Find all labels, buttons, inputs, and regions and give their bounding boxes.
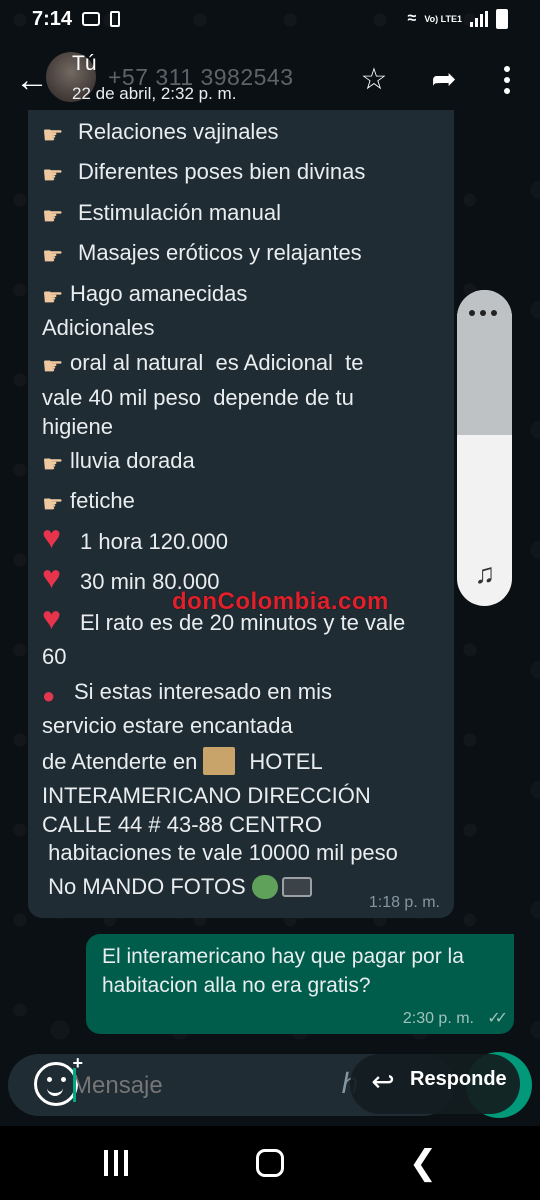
star-icon[interactable]: ☆ bbox=[354, 60, 394, 100]
message-time: 1:18 p. m. bbox=[368, 894, 440, 911]
pointing-hand-icon: ☛ bbox=[42, 353, 64, 380]
message-line: CALLE 44 # 43-88 CENTRO bbox=[42, 812, 323, 837]
message-line: ☛ Hago amanecidas bbox=[42, 281, 248, 311]
message-line: habitaciones te vale 10000 mil peso bbox=[42, 840, 398, 865]
message-date: 22 de abril, 2:32 p. m. bbox=[72, 84, 237, 103]
music-note-icon: ♫ bbox=[474, 558, 496, 589]
message-line: de Atenderte en HOTEL bbox=[42, 747, 323, 775]
status-bar: 7:14 ≈ Vo) LTE1 bbox=[0, 0, 540, 38]
recent-apps-icon[interactable] bbox=[104, 1150, 128, 1176]
sent-message-bubble[interactable]: El interamericano hay que pagar por la h… bbox=[86, 934, 514, 1034]
back-arrow-icon[interactable]: ← bbox=[10, 58, 54, 102]
message-line: INTERAMERICANO DIRECCIÓN bbox=[42, 783, 371, 808]
lips-icon: ● bbox=[42, 683, 56, 708]
pointing-hand-icon: ☛ bbox=[42, 203, 64, 230]
message-line: ☛ Relaciones vajinales bbox=[42, 119, 279, 149]
lte-indicator: Vo) LTE1 bbox=[424, 13, 462, 24]
message-input[interactable] bbox=[70, 1064, 274, 1108]
message-line: ☛ Estimulación manual bbox=[42, 200, 281, 230]
message-line: ☛ oral al natural es Adicional te bbox=[42, 350, 364, 380]
wifi-icon: ≈ bbox=[407, 10, 417, 27]
message-line: higiene bbox=[42, 414, 113, 439]
message-line: ☛ Diferentes poses bien divinas bbox=[42, 159, 366, 189]
battery-saver-icon bbox=[110, 11, 121, 27]
message-line: ☛ lluvia dorada bbox=[42, 448, 195, 478]
signal-icon bbox=[470, 11, 488, 27]
camera-icon bbox=[281, 877, 312, 897]
home-icon[interactable] bbox=[256, 1149, 284, 1177]
received-message-bubble[interactable]: ☛ Relaciones vajinales ☛ Diferentes poses … bbox=[28, 110, 454, 918]
pointing-hand-icon: ☛ bbox=[42, 162, 64, 189]
message-line: ☛ Masajes eróticos y relajantes bbox=[42, 240, 362, 270]
reply-label[interactable]: Responde bbox=[410, 1068, 507, 1091]
heart-on-fire-icon bbox=[42, 523, 68, 553]
message-line: ☛ fetiche bbox=[42, 488, 135, 518]
text-cursor bbox=[73, 1068, 76, 1102]
pointing-hand-icon: ☛ bbox=[42, 491, 64, 518]
message-line: 1 hora 120.000 bbox=[42, 523, 228, 556]
performing-arts-icon bbox=[251, 875, 278, 899]
status-time: 7:14 bbox=[32, 7, 73, 30]
heart-on-fire-icon bbox=[42, 604, 68, 634]
message-line: servicio estare encantada bbox=[42, 713, 293, 738]
battery-icon bbox=[496, 9, 508, 29]
contact-name[interactable]: Tú bbox=[72, 52, 97, 76]
hotel-icon bbox=[203, 747, 236, 775]
pointing-hand-icon: ☛ bbox=[42, 284, 64, 311]
more-options-icon[interactable] bbox=[490, 60, 524, 100]
watermark: donColombia.com bbox=[172, 588, 389, 615]
message-line: 60 bbox=[42, 644, 67, 669]
forward-icon[interactable]: ➦ bbox=[424, 60, 464, 100]
sent-message-time: 2:30 p. m. bbox=[402, 1010, 474, 1027]
volume-more-icon[interactable] bbox=[469, 310, 497, 316]
double-check-icon: ✓✓ bbox=[487, 1010, 508, 1027]
reply-arrow-icon[interactable]: ↩ bbox=[366, 1064, 400, 1100]
message-line: No MANDO FOTOS bbox=[42, 873, 312, 901]
nav-back-icon[interactable]: ❮ bbox=[408, 1144, 438, 1182]
heart-on-fire-icon bbox=[42, 563, 68, 593]
message-line: Adicionales bbox=[42, 315, 155, 340]
pointing-hand-icon: ☛ bbox=[42, 122, 64, 149]
message-line: ● Si estas interesado en mis bbox=[42, 679, 333, 708]
message-line: vale 40 mil peso depende de tu bbox=[42, 385, 354, 410]
pointing-hand-icon: ☛ bbox=[42, 451, 64, 478]
pointing-hand-icon: ☛ bbox=[42, 243, 64, 270]
voicemail-icon bbox=[82, 12, 101, 26]
sent-message-text: El interamericano hay que pagar por la h… bbox=[102, 945, 464, 997]
volume-slider[interactable]: ♫ bbox=[457, 290, 512, 606]
